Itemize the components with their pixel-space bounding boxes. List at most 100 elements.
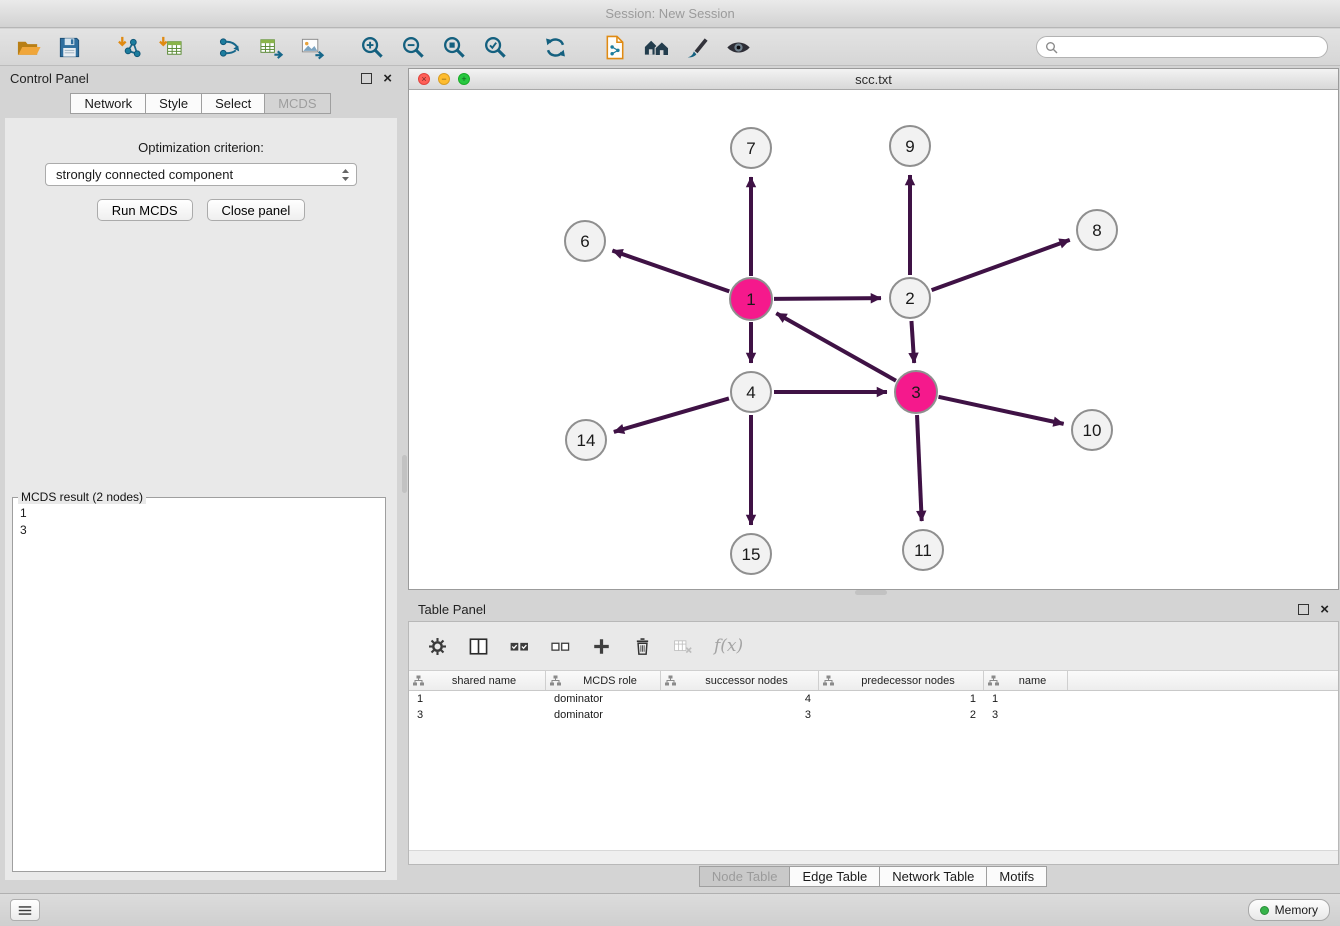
- graph-edge-4-14[interactable]: [614, 398, 729, 431]
- export-table-button[interactable]: [255, 32, 287, 62]
- column-header-successor-nodes[interactable]: successor nodes: [661, 671, 819, 690]
- zoom-selected-button[interactable]: [479, 32, 511, 62]
- control-tab-network[interactable]: Network: [70, 93, 146, 114]
- delete-table-button[interactable]: [669, 632, 697, 660]
- zoom-fit-button[interactable]: [438, 32, 470, 62]
- optimization-select[interactable]: strongly connected component: [45, 163, 357, 186]
- export-image-button[interactable]: [296, 32, 328, 62]
- import-table-button[interactable]: [154, 32, 186, 62]
- table-tab-network-table[interactable]: Network Table: [879, 866, 987, 887]
- window-minimize-button[interactable]: −: [438, 73, 450, 85]
- graph-node-label: 15: [742, 545, 761, 564]
- table-panel: Table Panel ×: [408, 597, 1339, 887]
- horizontal-scrollbar[interactable]: [409, 850, 1338, 864]
- graph-edge-3-10[interactable]: [938, 397, 1063, 424]
- network-canvas[interactable]: 7 9 6 8 1 2 4 3 14 10 15 11: [409, 90, 1338, 589]
- eye-icon: [726, 35, 751, 60]
- column-header-predecessor-nodes[interactable]: predecessor nodes: [819, 671, 984, 690]
- refresh-view-button[interactable]: [539, 32, 571, 62]
- select-all-columns-button[interactable]: [505, 632, 533, 660]
- style-paint-button[interactable]: [681, 32, 713, 62]
- show-columns-button[interactable]: [464, 632, 492, 660]
- table-cell: dominator: [546, 707, 661, 723]
- graph-edge-1-2[interactable]: [774, 298, 881, 299]
- home-button[interactable]: [640, 32, 672, 62]
- table-tab-node-table[interactable]: Node Table: [699, 866, 791, 887]
- column-header-name[interactable]: name: [984, 671, 1068, 690]
- unselect-all-columns-button[interactable]: [546, 632, 574, 660]
- table-tab-edge-table[interactable]: Edge Table: [789, 866, 880, 887]
- zoom-in-icon: [360, 35, 385, 60]
- network-window-titlebar[interactable]: × − + scc.txt: [409, 69, 1338, 90]
- graph-node-1[interactable]: 1: [730, 278, 772, 320]
- graph-node-11[interactable]: 11: [903, 530, 943, 570]
- column-header-MCDS-role[interactable]: MCDS role: [546, 671, 661, 690]
- task-history-button[interactable]: [10, 899, 40, 921]
- graph-node-9[interactable]: 9: [890, 126, 930, 166]
- export-network-button[interactable]: [214, 32, 246, 62]
- float-panel-icon[interactable]: [361, 73, 372, 84]
- save-session-button[interactable]: [53, 32, 85, 62]
- table-options-button[interactable]: [423, 632, 451, 660]
- open-folder-icon: [16, 35, 41, 60]
- graph-node-7[interactable]: 7: [731, 128, 771, 168]
- zoom-in-button[interactable]: [356, 32, 388, 62]
- control-tab-style[interactable]: Style: [145, 93, 202, 114]
- memory-label: Memory: [1275, 903, 1318, 917]
- control-tab-mcds[interactable]: MCDS: [264, 93, 330, 114]
- zoom-out-button[interactable]: [397, 32, 429, 62]
- vertical-splitter-handle[interactable]: [402, 455, 407, 493]
- delete-row-button[interactable]: [628, 632, 656, 660]
- graph-node-4[interactable]: 4: [731, 372, 771, 412]
- main-toolbar: [0, 29, 1340, 66]
- mcds-result-box: MCDS result (2 nodes) 13: [12, 490, 386, 872]
- delete-table-icon: [673, 636, 694, 657]
- open-session-button[interactable]: [12, 32, 44, 62]
- graph-edge-3-11[interactable]: [917, 415, 922, 521]
- table-row[interactable]: 3dominator323: [409, 707, 1338, 723]
- graph-node-3[interactable]: 3: [895, 371, 937, 413]
- table-tab-motifs[interactable]: Motifs: [986, 866, 1047, 887]
- graph-node-2[interactable]: 2: [890, 278, 930, 318]
- graph-node-label: 3: [911, 383, 920, 402]
- graph-node-14[interactable]: 14: [566, 420, 606, 460]
- graph-node-8[interactable]: 8: [1077, 210, 1117, 250]
- graph-node-15[interactable]: 15: [731, 534, 771, 574]
- show-hide-button[interactable]: [722, 32, 754, 62]
- float-table-panel-icon[interactable]: [1298, 604, 1309, 615]
- search-icon: [1045, 41, 1058, 54]
- graph-edge-1-6[interactable]: [612, 251, 729, 292]
- graph-node-10[interactable]: 10: [1072, 410, 1112, 450]
- control-tab-select[interactable]: Select: [201, 93, 265, 114]
- column-header-shared-name[interactable]: shared name: [409, 671, 546, 690]
- mcds-result-list: 13: [13, 505, 385, 539]
- table-cell: 4: [661, 691, 819, 707]
- graph-node-label: 14: [577, 431, 596, 450]
- table-cell: 3: [984, 707, 1068, 723]
- graph-node-6[interactable]: 6: [565, 221, 605, 261]
- graph-edge-3-1[interactable]: [776, 313, 896, 380]
- window-close-button[interactable]: ×: [418, 73, 430, 85]
- network-graph[interactable]: 7 9 6 8 1 2 4 3 14 10 15 11: [409, 90, 1338, 589]
- memory-button[interactable]: Memory: [1248, 899, 1330, 921]
- graph-edge-2-3[interactable]: [911, 321, 914, 363]
- control-panel-tabs: NetworkStyleSelectMCDS: [0, 93, 402, 114]
- search-input[interactable]: [1063, 39, 1319, 55]
- import-network-button[interactable]: [113, 32, 145, 62]
- horizontal-splitter-handle[interactable]: [855, 590, 887, 595]
- control-panel: Control Panel × NetworkStyleSelectMCDS O…: [0, 66, 402, 887]
- close-panel-button[interactable]: Close panel: [207, 199, 306, 221]
- close-panel-icon[interactable]: ×: [383, 71, 392, 86]
- add-row-button[interactable]: [587, 632, 615, 660]
- export-image-icon: [300, 35, 325, 60]
- table-row[interactable]: 1dominator411: [409, 691, 1338, 707]
- close-table-panel-icon[interactable]: ×: [1320, 602, 1329, 617]
- run-mcds-button[interactable]: Run MCDS: [97, 199, 193, 221]
- mcds-panel-body: Optimization criterion: strongly connect…: [5, 118, 397, 880]
- network-document-button[interactable]: [599, 32, 631, 62]
- graph-edge-2-8[interactable]: [932, 240, 1070, 290]
- function-builder-button[interactable]: f(x): [710, 632, 747, 660]
- toolbar-group-import: [113, 32, 186, 62]
- window-maximize-button[interactable]: +: [458, 73, 470, 85]
- zoom-fit-icon: [442, 35, 467, 60]
